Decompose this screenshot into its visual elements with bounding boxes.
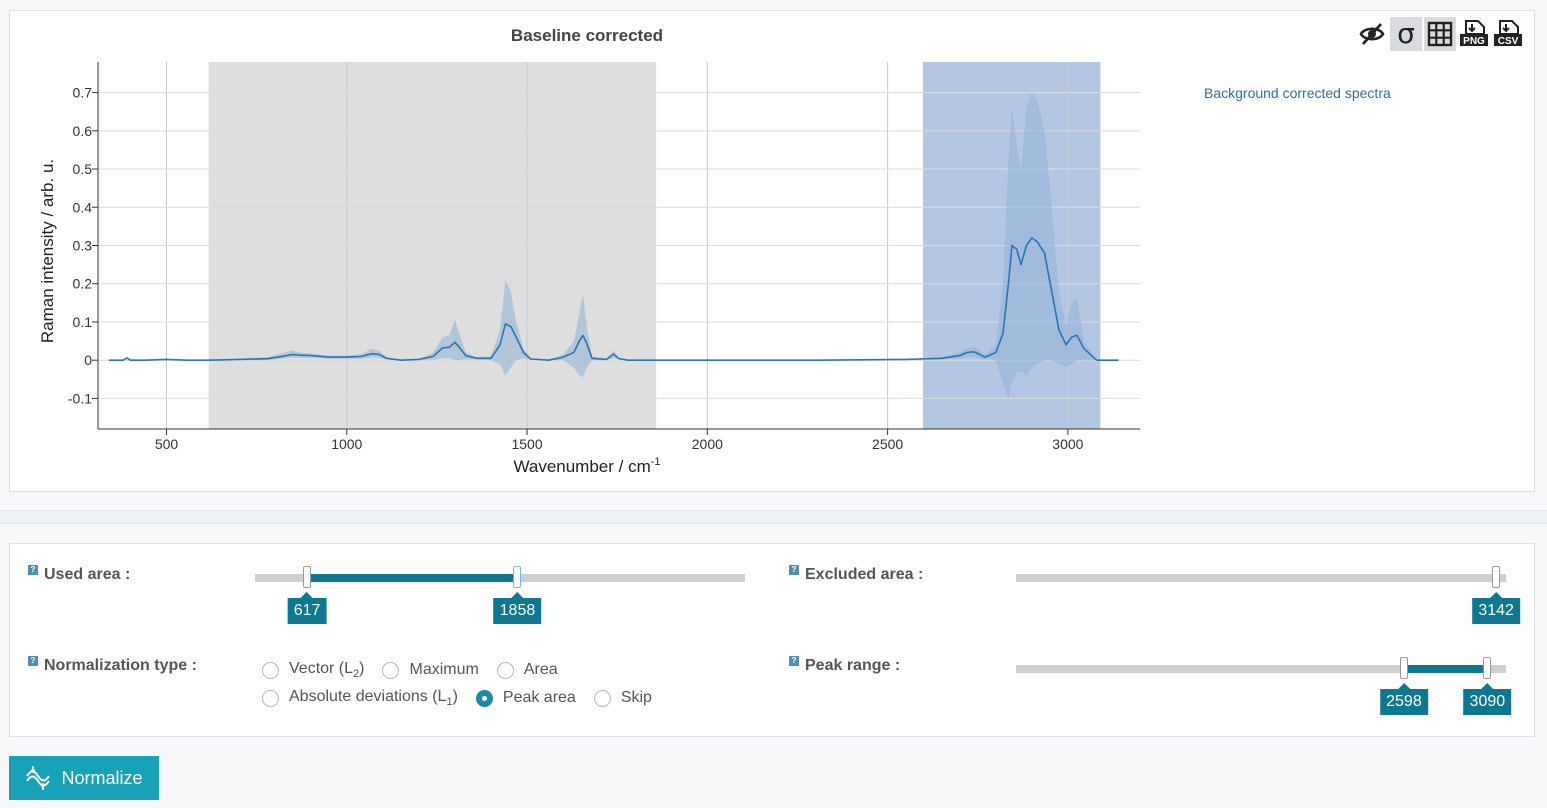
excluded-area-slider[interactable]: 3142 xyxy=(1016,566,1520,624)
sigma-icon: σ xyxy=(1397,17,1415,50)
used-area-high-value: 1858 xyxy=(493,592,542,624)
excluded-area-label: ? Excluded area : xyxy=(789,565,924,584)
peak-range-high-handle[interactable] xyxy=(1483,657,1492,679)
excluded-area-label-text: Excluded area : xyxy=(805,566,924,583)
radio-skip-circle[interactable] xyxy=(593,689,611,707)
radio-peak-area-label: Peak area xyxy=(502,689,576,706)
legend-item-background-corrected[interactable]: Background corrected spectra xyxy=(1204,85,1391,101)
used-area-label-text: Used area : xyxy=(44,566,131,583)
used-area-low-value: 617 xyxy=(287,592,327,624)
y-tick-label: 0.7 xyxy=(73,85,93,101)
radio-area-label: Area xyxy=(523,661,558,678)
chart-title: Baseline corrected xyxy=(511,26,663,45)
eye-slash-icon xyxy=(1359,23,1385,45)
radio-maximum[interactable]: Maximum xyxy=(382,661,479,679)
x-tick-label: 500 xyxy=(155,436,179,452)
peak-range-high-value: 3090 xyxy=(1463,683,1512,715)
radio-peak-area-circle[interactable] xyxy=(475,689,493,707)
normalization-radio-group: Vector (L2) Maximum Area Absolute deviat… xyxy=(262,656,670,712)
x-tick-label: 1000 xyxy=(331,436,362,452)
y-tick-label: 0.4 xyxy=(73,199,93,215)
y-tick-label: 0.2 xyxy=(73,276,93,292)
x-axis-label: Wavenumber / cm-1 xyxy=(513,456,660,476)
radio-maximum-label: Maximum xyxy=(409,661,479,678)
radio-area-circle[interactable] xyxy=(496,661,514,679)
excluded-area-value: 3142 xyxy=(1472,592,1520,624)
peak-range-fill xyxy=(1403,665,1488,673)
spectrum-chart: Baseline corrected 500 1000 1500 2000 2500 30… xyxy=(38,26,1140,476)
used-area-help-icon[interactable]: ? xyxy=(28,565,38,575)
normalize-button-label: Normalize xyxy=(61,767,143,788)
peak-range-label-text: Peak range : xyxy=(805,657,901,674)
radio-skip[interactable]: Skip xyxy=(593,689,652,707)
y-tick-label: 0.3 xyxy=(73,238,93,254)
png-download-icon: PNG xyxy=(1460,20,1488,47)
y-tick-label: 0.6 xyxy=(73,123,93,139)
y-tick-label: 0.5 xyxy=(73,161,93,177)
hide-toggle-button[interactable] xyxy=(1356,17,1388,51)
radio-maximum-circle[interactable] xyxy=(382,661,400,679)
normalize-button[interactable]: Normalize xyxy=(9,756,159,800)
excluded-area-handle[interactable] xyxy=(1492,566,1501,588)
section-divider xyxy=(0,510,1547,524)
used-area-label: ? Used area : xyxy=(28,565,131,584)
chart-toolbar: σ PNG CSV xyxy=(1356,17,1524,51)
peak-range-low-value: 2598 xyxy=(1380,683,1428,715)
used-area-high-handle[interactable] xyxy=(513,566,522,588)
peak-range-low-handle[interactable] xyxy=(1399,657,1408,679)
y-tick-label: 0 xyxy=(84,352,92,368)
png-download-button[interactable]: PNG xyxy=(1458,17,1490,51)
radio-peak-area[interactable]: Peak area xyxy=(475,689,576,707)
used-area-fill xyxy=(307,574,518,582)
normalize-icon xyxy=(25,765,51,791)
used-area-low-handle[interactable] xyxy=(303,566,312,588)
used-area-slider[interactable]: 617 1858 xyxy=(255,566,745,624)
radio-vector-circle[interactable] xyxy=(262,661,279,679)
normalization-radio-row: Absolute deviations (L1) Peak area Skip xyxy=(262,684,670,712)
normalization-type-label: ? Normalization type : xyxy=(28,656,197,675)
radio-absolute-deviations-label: Absolute deviations (L1) xyxy=(289,687,458,709)
peak-range-label: ? Peak range : xyxy=(789,656,901,675)
x-tick-label: 3000 xyxy=(1052,436,1083,452)
excluded-area-help-icon[interactable]: ? xyxy=(789,565,799,575)
csv-icon-label: CSV xyxy=(1498,36,1519,47)
normalization-help-icon[interactable]: ? xyxy=(28,656,38,666)
peak-range-help-icon[interactable]: ? xyxy=(789,656,799,666)
peak-range-slider[interactable]: 2598 3090 xyxy=(1016,657,1512,715)
controls-panel: ? Used area : 617 1858 ? Excluded area :… xyxy=(9,543,1535,737)
y-axis-label: Raman intensity / arb. u. xyxy=(38,159,57,343)
radio-absolute-deviations[interactable]: Absolute deviations (L1) xyxy=(262,688,458,708)
y-tick-label: -0.1 xyxy=(68,390,92,406)
x-tick-label: 2000 xyxy=(692,436,723,452)
excluded-area-track[interactable] xyxy=(1016,574,1506,582)
x-axis-label-sup: -1 xyxy=(651,456,661,468)
x-tick-label: 2500 xyxy=(872,436,903,452)
radio-skip-label: Skip xyxy=(620,689,652,706)
normalization-type-label-text: Normalization type : xyxy=(44,657,197,674)
x-tick-label: 1500 xyxy=(511,436,542,452)
csv-download-button[interactable]: CSV xyxy=(1492,17,1524,51)
radio-vector[interactable]: Vector (L2) xyxy=(262,660,364,680)
grid-toggle-button[interactable] xyxy=(1424,17,1456,51)
radio-vector-label: Vector (L2) xyxy=(289,659,365,681)
chart-panel: Baseline corrected 500 1000 1500 2000 2500 30… xyxy=(9,10,1535,492)
normalization-radio-row: Vector (L2) Maximum Area xyxy=(262,656,670,684)
y-tick-label: 0.1 xyxy=(73,314,93,330)
png-icon-label: PNG xyxy=(1463,36,1485,47)
grid-icon xyxy=(1427,21,1453,47)
csv-download-icon: CSV xyxy=(1494,20,1522,47)
radio-absolute-deviations-circle[interactable] xyxy=(262,689,279,707)
sigma-toggle-button[interactable]: σ xyxy=(1390,17,1422,51)
radio-area[interactable]: Area xyxy=(496,661,558,679)
